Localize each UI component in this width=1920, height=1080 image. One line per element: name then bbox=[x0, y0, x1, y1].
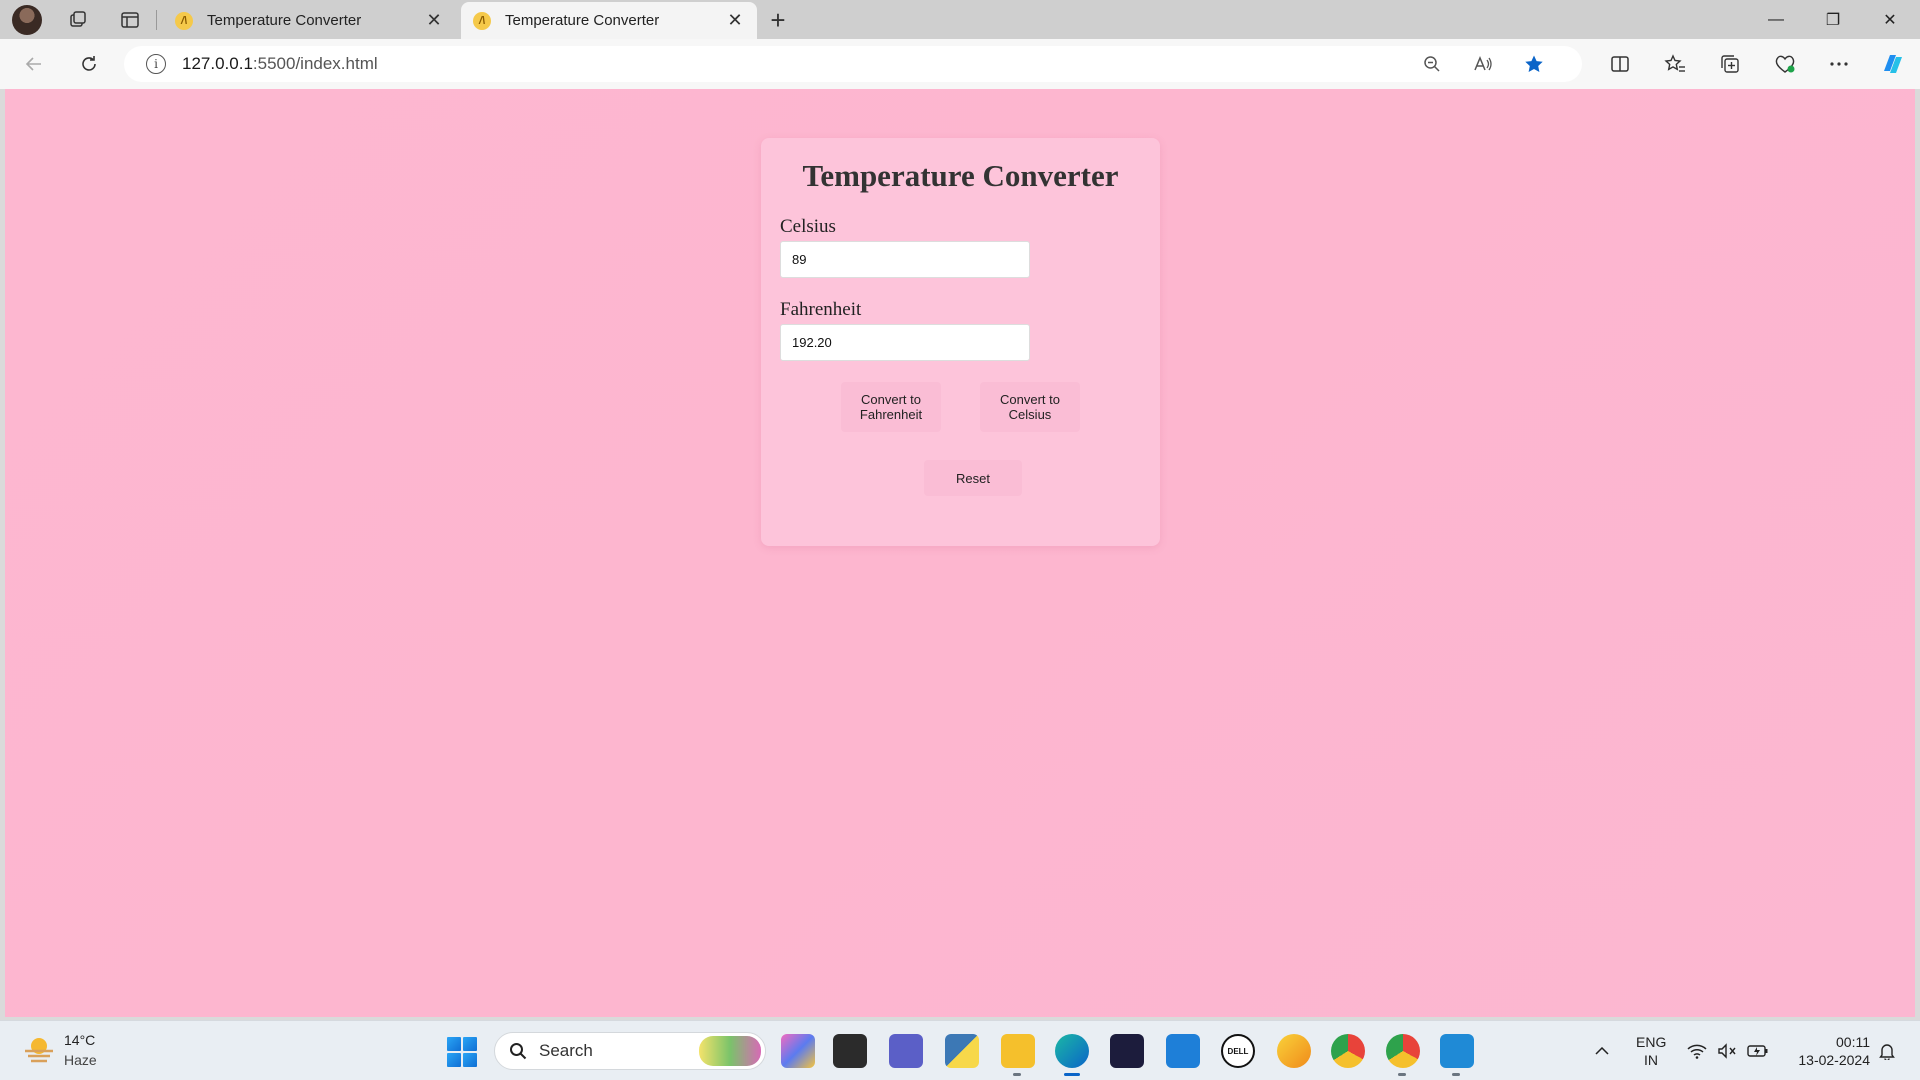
mail-app-icon[interactable] bbox=[1166, 1034, 1200, 1068]
url-text[interactable]: 127.0.0.1:5500/index.html bbox=[182, 54, 378, 74]
fahrenheit-input[interactable]: 192.20 bbox=[780, 324, 1030, 361]
search-highlight-icon bbox=[699, 1036, 761, 1066]
tab-title: Temperature Converter bbox=[207, 12, 362, 29]
tab-actions-icon[interactable] bbox=[114, 6, 146, 34]
favorite-star-icon[interactable] bbox=[1519, 50, 1549, 78]
tab-favicon-icon: /\ bbox=[175, 11, 193, 30]
convert-to-fahrenheit-button[interactable]: Convert to Fahrenheit bbox=[841, 382, 941, 432]
new-tab-button[interactable]: + bbox=[763, 5, 793, 35]
edge-browser-icon[interactable] bbox=[1055, 1034, 1089, 1076]
browser-toolbar: i 127.0.0.1:5500/index.html bbox=[0, 39, 1920, 89]
minimize-button[interactable]: — bbox=[1748, 0, 1804, 39]
celsius-label: Celsius bbox=[780, 216, 836, 237]
tab-temperature-converter-1[interactable]: /\ Temperature Converter ✕ bbox=[163, 2, 456, 39]
address-bar[interactable]: i 127.0.0.1:5500/index.html bbox=[124, 46, 1582, 82]
chrome-icon[interactable] bbox=[1331, 1034, 1365, 1068]
profile-avatar[interactable] bbox=[12, 5, 42, 35]
convert-to-celsius-button[interactable]: Convert to Celsius bbox=[980, 382, 1080, 432]
weather-description[interactable]: Haze bbox=[64, 1052, 97, 1068]
search-icon bbox=[510, 1043, 527, 1060]
browser-tab-bar: /\ Temperature Converter ✕ /\ Temperatur… bbox=[0, 0, 1920, 39]
more-menu-icon[interactable] bbox=[1822, 49, 1856, 79]
battery-charging-icon[interactable] bbox=[1744, 1021, 1772, 1080]
converter-card: Temperature Converter Celsius 89 Fahrenh… bbox=[761, 138, 1160, 546]
weather-temperature[interactable]: 14°C bbox=[64, 1032, 95, 1048]
chrome-profile-icon[interactable] bbox=[1386, 1034, 1420, 1076]
system-clock[interactable]: 00:11 13-02-2024 bbox=[1784, 1033, 1870, 1069]
restore-button[interactable]: ❐ bbox=[1805, 0, 1861, 39]
wifi-icon[interactable] bbox=[1684, 1021, 1710, 1080]
tab-close-icon[interactable]: ✕ bbox=[424, 10, 444, 31]
reset-button[interactable]: Reset bbox=[924, 460, 1022, 496]
windows-taskbar: 14°C Haze Search DELL ENG IN 00:11 13-02-2… bbox=[0, 1020, 1920, 1080]
tab-temperature-converter-2[interactable]: /\ Temperature Converter ✕ bbox=[461, 2, 757, 39]
file-explorer-icon[interactable] bbox=[1001, 1034, 1035, 1076]
teams-chat-icon[interactable] bbox=[889, 1034, 923, 1068]
dell-app-icon[interactable]: DELL bbox=[1221, 1034, 1255, 1068]
workspaces-icon[interactable] bbox=[62, 6, 94, 34]
close-window-button[interactable]: ✕ bbox=[1862, 0, 1918, 39]
refresh-button[interactable] bbox=[73, 49, 105, 79]
weather-app-icon[interactable] bbox=[1277, 1034, 1311, 1068]
split-screen-icon[interactable] bbox=[1603, 49, 1637, 79]
python-app-icon[interactable] bbox=[945, 1034, 979, 1068]
tab-title: Temperature Converter bbox=[505, 12, 660, 29]
read-aloud-icon[interactable] bbox=[1468, 50, 1498, 78]
tab-favicon-icon: /\ bbox=[473, 11, 491, 30]
notification-bell-icon[interactable] bbox=[1874, 1021, 1900, 1080]
task-view-icon[interactable] bbox=[833, 1034, 867, 1068]
collections-icon[interactable] bbox=[1713, 49, 1747, 79]
tab-divider bbox=[156, 10, 157, 30]
show-hidden-icons-chevron-icon[interactable] bbox=[1590, 1021, 1614, 1080]
back-button[interactable] bbox=[18, 49, 50, 79]
tab-close-icon[interactable]: ✕ bbox=[725, 10, 745, 31]
copilot-icon[interactable] bbox=[1876, 49, 1910, 79]
favorites-icon[interactable] bbox=[1658, 49, 1692, 79]
page-title: Temperature Converter bbox=[802, 158, 1119, 193]
language-indicator[interactable]: ENG IN bbox=[1636, 1033, 1666, 1069]
celsius-input[interactable]: 89 bbox=[780, 241, 1030, 278]
weather-haze-icon[interactable] bbox=[22, 1034, 56, 1064]
windows-start-icon[interactable] bbox=[447, 1037, 477, 1067]
copilot-preview-app-icon[interactable] bbox=[781, 1034, 815, 1068]
page-viewport: Temperature Converter Celsius 89 Fahrenh… bbox=[5, 89, 1915, 1017]
taskbar-search[interactable]: Search bbox=[494, 1032, 766, 1070]
fahrenheit-label: Fahrenheit bbox=[780, 299, 862, 320]
volume-muted-icon[interactable] bbox=[1714, 1021, 1740, 1080]
browser-essentials-icon[interactable] bbox=[1768, 49, 1802, 79]
vscode-icon[interactable] bbox=[1440, 1034, 1474, 1076]
search-label: Search bbox=[539, 1041, 593, 1060]
site-info-icon[interactable]: i bbox=[146, 54, 166, 74]
zoom-out-icon[interactable] bbox=[1417, 50, 1447, 78]
intellij-icon[interactable] bbox=[1110, 1034, 1144, 1068]
